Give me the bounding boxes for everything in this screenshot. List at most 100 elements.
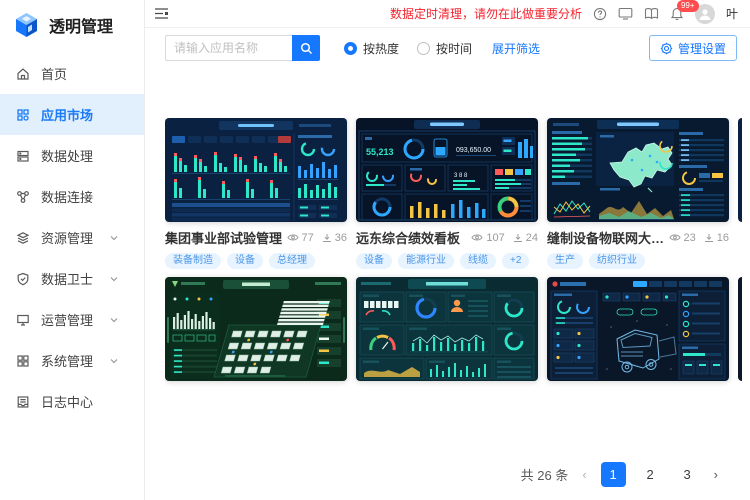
search-box: [165, 35, 320, 61]
card-row: [165, 277, 742, 381]
card-thumbnail-kpi-dashboard[interactable]: 55,213 093,650.00: [356, 118, 538, 222]
app-card-vehicle-iot[interactable]: [547, 277, 729, 381]
sidebar: 透明管理 首页 应用市场 数据处理 数据连接 资源管理: [0, 0, 145, 500]
page-1[interactable]: 1: [601, 462, 626, 487]
app-card-workshop[interactable]: [165, 277, 347, 381]
card-thumbnail-truck-dashboard[interactable]: [547, 277, 729, 381]
tag[interactable]: 能源行业: [398, 253, 454, 269]
sidebar-item-app-market[interactable]: 应用市场: [0, 94, 144, 135]
sidebar-item-home[interactable]: 首页: [0, 53, 144, 94]
card-thumbnail-metrics-dashboard[interactable]: [356, 277, 538, 381]
sidebar-item-system-management[interactable]: 系统管理: [0, 340, 144, 381]
app-card-performance-board[interactable]: 55,213 093,650.00: [356, 118, 538, 269]
eye-icon: [287, 233, 299, 242]
page-2[interactable]: 2: [638, 462, 663, 487]
notification-badge: 99+: [677, 0, 699, 12]
cube-logo-icon: [13, 11, 40, 38]
sidebar-item-label: 运营管理: [41, 310, 93, 329]
card-thumbnail-map-dashboard[interactable]: [547, 118, 729, 222]
sidebar-item-data-connection[interactable]: 数据连接: [0, 176, 144, 217]
tag[interactable]: 纺织行业: [589, 253, 645, 269]
card-title: 集团事业部试验管理: [165, 228, 287, 247]
username-text: 叶: [726, 5, 738, 22]
card-tags: 生产 纺织行业: [547, 253, 729, 269]
tag[interactable]: 总经理: [269, 253, 315, 269]
docs-book-icon[interactable]: [644, 7, 659, 20]
tag[interactable]: 生产: [547, 253, 583, 269]
views-count: 77: [302, 232, 314, 244]
system-grid-icon: [16, 354, 30, 368]
help-icon[interactable]: [593, 7, 607, 21]
card-stats: 77 36: [287, 232, 348, 244]
chevron-down-icon: [109, 356, 119, 366]
tag[interactable]: 设备: [356, 253, 392, 269]
sort-options: 按热度 按时间: [344, 40, 472, 57]
app-card-iot-bigdata[interactable]: 缝制设备物联网大数... 23 16 生产 纺织行业: [547, 118, 729, 269]
home-icon: [16, 67, 30, 81]
sidebar-item-label: 数据卫士: [41, 269, 93, 288]
search-input[interactable]: [165, 35, 292, 61]
next-page-icon[interactable]: ›: [712, 467, 720, 482]
sidebar-item-operations-management[interactable]: 运营管理: [0, 299, 144, 340]
views-count: 107: [486, 232, 504, 244]
sidebar-item-data-guardian[interactable]: 数据卫士: [0, 258, 144, 299]
sidebar-item-label: 系统管理: [41, 351, 93, 370]
downloads-count: 16: [717, 232, 729, 244]
app-logo[interactable]: 透明管理: [0, 0, 144, 49]
app-card-trial-management[interactable]: 集团事业部试验管理 77 36 装备制造 设备 总经理: [165, 118, 347, 269]
sort-label: 按时间: [436, 40, 472, 57]
partial-card[interactable]: [738, 277, 742, 381]
svg-text:55,213: 55,213: [366, 147, 394, 157]
card-tags: 装备制造 设备 总经理: [165, 253, 347, 269]
sidebar-item-label: 日志中心: [41, 392, 93, 411]
screen-icon[interactable]: [618, 7, 633, 20]
svg-text:093,650.00: 093,650.00: [456, 147, 491, 154]
notice-text: 数据定时清理，请勿在此做重要分析: [390, 5, 582, 22]
sidebar-item-label: 应用市场: [41, 105, 93, 124]
search-icon: [300, 42, 313, 55]
notifications-bell[interactable]: 99+: [670, 7, 684, 21]
sidebar-item-log-center[interactable]: 日志中心: [0, 381, 144, 422]
sidebar-item-label: 资源管理: [41, 228, 93, 247]
tag[interactable]: 线缆: [460, 253, 496, 269]
radio-selected-icon: [344, 42, 357, 55]
prev-page-icon[interactable]: ‹: [580, 467, 588, 482]
sidebar-item-resource-management[interactable]: 资源管理: [0, 217, 144, 258]
downloads-count: 24: [526, 232, 538, 244]
card-body: 远东综合绩效看板 107 24 设备 能源行业 线缆 +2: [356, 222, 538, 269]
tag[interactable]: 装备制造: [165, 253, 221, 269]
tag[interactable]: 设备: [227, 253, 263, 269]
expand-filter-link[interactable]: 展开筛选: [492, 40, 540, 57]
app-card-business-metrics[interactable]: [356, 277, 538, 381]
download-icon: [322, 233, 332, 243]
main-area: 数据定时清理，请勿在此做重要分析 99+ 叶: [145, 0, 750, 500]
download-icon: [513, 233, 523, 243]
sort-by-popularity[interactable]: 按热度: [344, 40, 399, 57]
pagination: 共 26 条 ‹ 1 2 3 ›: [165, 462, 750, 487]
svg-text:3 8 8: 3 8 8: [454, 173, 468, 179]
search-button[interactable]: [292, 35, 320, 61]
partial-card[interactable]: [738, 118, 742, 222]
card-thumbnail-dark-dashboard[interactable]: [165, 118, 347, 222]
manage-settings-button[interactable]: 管理设置: [649, 35, 737, 61]
total-count: 共 26 条: [521, 465, 569, 484]
card-title: 缝制设备物联网大数...: [547, 228, 669, 247]
card-grid: 集团事业部试验管理 77 36 装备制造 设备 总经理: [165, 118, 742, 389]
card-body: 集团事业部试验管理 77 36 装备制造 设备 总经理: [165, 222, 347, 269]
sort-label: 按热度: [363, 40, 399, 57]
sidebar-item-data-processing[interactable]: 数据处理: [0, 135, 144, 176]
page-3[interactable]: 3: [675, 462, 700, 487]
menu-fold-icon[interactable]: [154, 7, 169, 20]
card-thumbnail-factory-3d[interactable]: [165, 277, 347, 381]
chevron-down-icon: [109, 233, 119, 243]
layers-icon: [16, 231, 30, 245]
sidebar-item-label: 首页: [41, 64, 67, 83]
sort-by-time[interactable]: 按时间: [417, 40, 472, 57]
sidebar-nav: 首页 应用市场 数据处理 数据连接 资源管理 数据卫士: [0, 53, 144, 422]
tag-more[interactable]: +2: [502, 253, 529, 269]
chevron-down-icon: [109, 315, 119, 325]
card-row: 集团事业部试验管理 77 36 装备制造 设备 总经理: [165, 118, 742, 269]
card-body: 缝制设备物联网大数... 23 16 生产 纺织行业: [547, 222, 729, 269]
radio-unselected-icon: [417, 42, 430, 55]
gear-icon: [660, 42, 673, 55]
